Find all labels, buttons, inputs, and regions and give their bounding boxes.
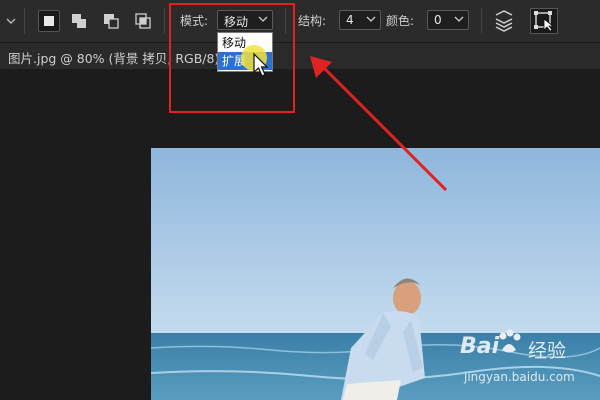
sample-all-layers-icon[interactable] [492, 9, 516, 33]
transform-on-drop-icon [534, 11, 555, 32]
color-value: 0 [434, 13, 442, 27]
new-selection-icon [44, 16, 54, 26]
separator [481, 8, 482, 34]
annotation-arrow [310, 56, 448, 192]
options-bar: 模式: 移动 结构: 4 颜色: 0 [0, 0, 600, 43]
annotation-rectangle [169, 3, 295, 113]
separator [24, 8, 25, 34]
baidu-watermark: Bai 经验 jingyan.baidu.com [460, 328, 598, 392]
color-label: 颜色: [386, 14, 415, 28]
intersect-selection-icon [135, 13, 151, 29]
chevron-down-icon [454, 16, 464, 22]
structure-value: 4 [346, 13, 354, 27]
color-select[interactable]: 0 [427, 10, 469, 30]
add-selection-icon [72, 14, 86, 28]
separator [164, 8, 165, 34]
new-selection-button[interactable] [38, 10, 60, 32]
watermark-brand-tail: 经验 [528, 340, 567, 362]
chevron-down-icon[interactable] [6, 16, 16, 26]
transform-on-drop-button[interactable] [530, 8, 558, 34]
structure-label: 结构: [298, 14, 327, 28]
watermark-url: jingyan.baidu.com [464, 370, 575, 384]
subtract-selection-icon [104, 14, 119, 29]
subtract-from-selection-button[interactable] [100, 10, 122, 32]
structure-select[interactable]: 4 [339, 10, 381, 30]
add-to-selection-button[interactable] [68, 10, 90, 32]
intersect-selection-button[interactable] [132, 10, 154, 32]
chevron-down-icon [366, 16, 376, 22]
watermark-brand: Bai [460, 334, 500, 359]
